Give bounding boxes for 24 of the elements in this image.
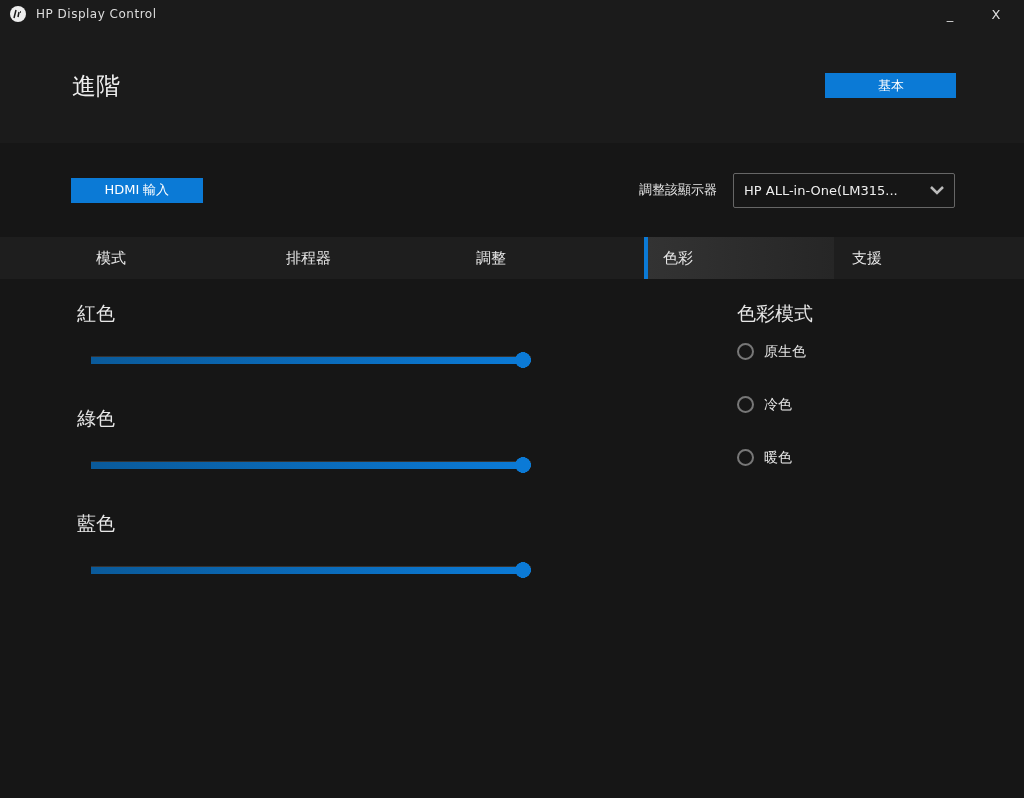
page-title: 進階	[72, 70, 120, 102]
slider-label: 藍色	[77, 511, 116, 536]
tab[interactable]: 模式	[78, 237, 268, 279]
radio-button[interactable]	[737, 396, 754, 413]
tab[interactable]: 色彩	[644, 237, 834, 279]
radio-button[interactable]	[737, 343, 754, 360]
basic-button[interactable]: 基本	[825, 73, 956, 98]
radio-label: 冷色	[764, 396, 792, 414]
monitor-label: 調整該顯示器	[639, 181, 717, 199]
minimize-button[interactable]: _	[932, 5, 968, 23]
chevron-down-icon	[930, 185, 944, 195]
logo-icon	[10, 6, 26, 22]
tab[interactable]: 排程器	[268, 237, 458, 279]
radio-button[interactable]	[737, 449, 754, 466]
section-title: 色彩模式	[737, 301, 813, 326]
window-title: HP Display Control	[36, 7, 158, 21]
input-button[interactable]: HDMI 輸入	[71, 177, 203, 203]
close-button[interactable]: X	[978, 5, 1014, 23]
slider-label: 紅色	[77, 301, 116, 326]
slider-label: 綠色	[77, 406, 116, 431]
monitor-dropdown[interactable]: HP ALL-in-One(LM315...	[733, 172, 955, 208]
radio-label: 原生色	[764, 343, 806, 361]
radio-label: 暖色	[764, 449, 792, 467]
tab[interactable]: 支援	[834, 237, 1024, 279]
